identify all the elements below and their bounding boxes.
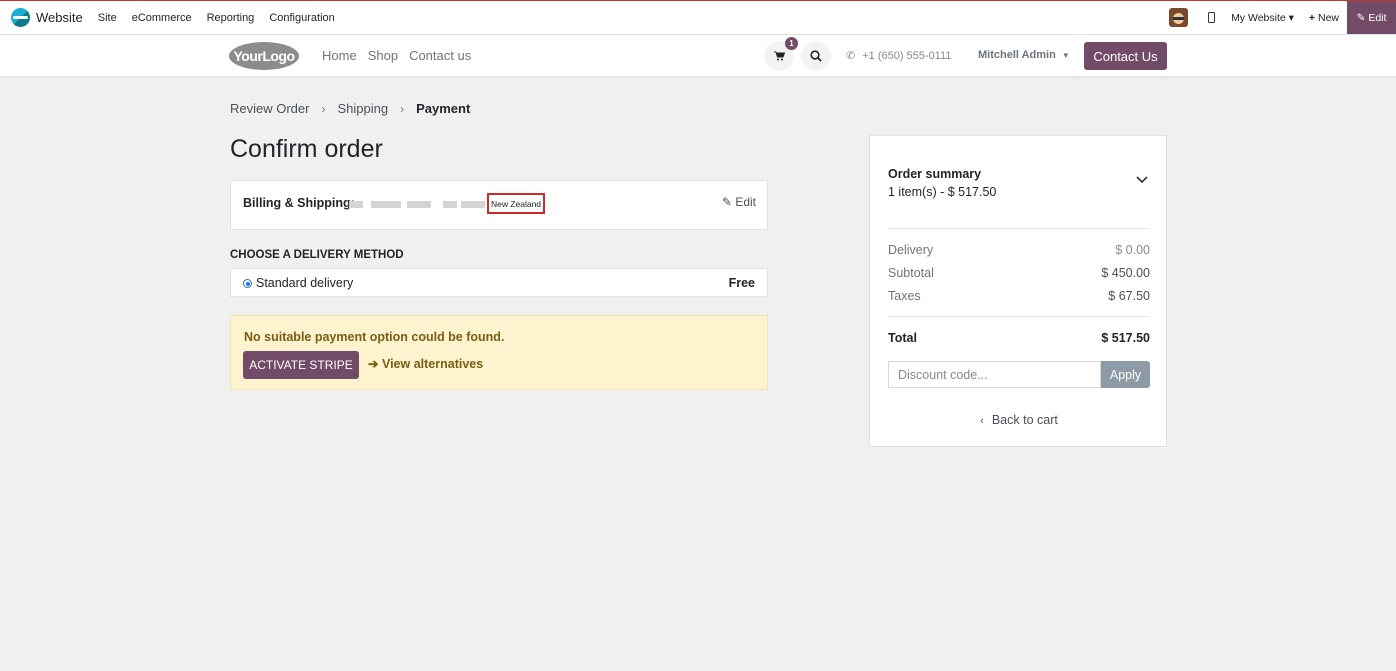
delivery-price: Free [728,276,755,290]
nav-shop[interactable]: Shop [368,48,398,63]
menu-site[interactable]: Site [98,12,117,24]
chevron-right-icon: › [321,101,326,116]
delivery-heading: CHOOSE A DELIVERY METHOD [230,249,404,261]
odoo-website-icon [11,8,30,27]
warning-message: No suitable payment option could be foun… [244,330,505,344]
chevron-right-icon: › [400,101,405,116]
admin-menu: Site eCommerce Reporting Configuration [98,12,350,24]
alternatives-label: View alternatives [381,357,484,371]
redacted-address [407,201,431,208]
user-name: Mitchell Admin [978,49,1056,61]
delivery-label: Delivery [888,243,934,257]
new-label: New [1317,11,1339,24]
website-app-logo[interactable]: Website [11,8,83,27]
mobile-preview-icon[interactable] [1208,12,1216,23]
crumb-review-order[interactable]: Review Order [230,101,309,116]
cart-icon [773,51,785,61]
redacted-address [443,201,457,208]
delivery-option[interactable]: Standard delivery Free [230,268,768,297]
taxes-label: Taxes [888,289,921,303]
summary-title: Order summary [888,167,982,181]
phone-text: +1 (650) 555-0111 [862,49,952,62]
billing-label: Billing & Shipping: [243,196,355,210]
activate-stripe-button[interactable]: ACTIVATE STRIPE [243,351,359,379]
pencil-icon: ✎ [1356,11,1366,24]
search-icon [810,50,822,62]
delivery-radio[interactable] [243,279,252,288]
redacted-address [371,201,401,208]
search-button[interactable] [801,41,831,71]
contact-us-button[interactable]: Contact Us [1084,42,1167,70]
summary-items: 1 item(s) - $ 517.50 [888,185,997,199]
chevron-down-icon[interactable] [1136,176,1148,184]
menu-configuration[interactable]: Configuration [269,12,334,24]
my-website-label: My Website [1231,11,1286,24]
chevron-left-icon: ‹ [980,415,984,427]
app-name: Website [36,10,83,25]
subtotal-value: $ 450.00 [1101,266,1150,280]
redacted-address [349,201,363,208]
back-to-cart-link[interactable]: ‹ Back to cart [870,413,1168,427]
taxes-value: $ 67.50 [1108,289,1150,303]
pencil-icon: ✎ [721,195,732,209]
site-logo[interactable]: YourLogo [229,42,299,70]
caret-down-icon: ▾ [1288,11,1294,24]
delivery-row: Delivery $ 0.00 [888,243,1150,257]
crumb-payment: Payment [416,101,471,116]
checkout-breadcrumb: Review Order › Shipping › Payment [230,101,470,116]
subtotal-label: Subtotal [888,266,934,280]
apply-button[interactable]: Apply [1101,361,1150,388]
edit-label: Edit [1368,11,1387,24]
new-button[interactable]: + New [1309,12,1339,24]
subtotal-row: Subtotal $ 450.00 [888,266,1150,280]
payment-warning: No suitable payment option could be foun… [230,315,768,390]
nav-home[interactable]: Home [322,48,357,63]
order-summary-card: Order summary 1 item(s) - $ 517.50 Deliv… [869,135,1167,447]
delivery-value: $ 0.00 [1115,243,1150,257]
view-alternatives-link[interactable]: ➔ View alternatives [368,356,483,371]
menu-ecommerce[interactable]: eCommerce [132,12,192,24]
taxes-row: Taxes $ 67.50 [888,289,1150,303]
caret-down-icon: ▼ [1061,51,1070,60]
plus-icon: + [1308,11,1316,24]
redacted-address [461,201,485,208]
total-row: Total $ 517.50 [888,331,1150,345]
edit-website-button[interactable]: ✎ Edit [1347,1,1396,34]
divider [888,228,1150,229]
back-label: Back to cart [991,413,1058,427]
cart-count-badge: 1 [785,37,798,50]
total-value: $ 517.50 [1101,331,1150,345]
phone-icon: ✆ [846,50,856,62]
country-highlight: New Zealand [487,193,545,214]
user-menu[interactable]: Mitchell Admin ▼ [978,49,1070,61]
total-label: Total [888,331,917,345]
user-avatar[interactable] [1169,8,1189,27]
delivery-method-name: Standard delivery [256,276,354,290]
admin-bar: Website Site eCommerce Reporting Configu… [0,0,1396,35]
divider [888,316,1150,317]
page-title: Confirm order [230,135,383,163]
phone-number[interactable]: ✆ +1 (650) 555-0111 [846,49,952,63]
crumb-shipping[interactable]: Shipping [337,101,388,116]
website-header: YourLogo Home Shop Contact us 1 ✆ +1 (65… [0,35,1396,77]
nav-contact-us[interactable]: Contact us [409,48,471,63]
discount-code-input[interactable]: Discount code... [888,361,1101,388]
arrow-right-icon: ➔ [368,357,379,371]
my-website-dropdown[interactable]: My Website ▾ [1231,12,1294,24]
admin-bar-right: My Website ▾ + New ✎ Edit [1169,1,1396,34]
edit-label: Edit [735,195,756,209]
edit-address-link[interactable]: ✎ Edit [722,195,756,209]
menu-reporting[interactable]: Reporting [207,12,255,24]
billing-shipping-card: Billing & Shipping: New Zealand ✎ Edit [230,180,768,230]
main-nav: Home Shop Contact us [322,48,482,63]
